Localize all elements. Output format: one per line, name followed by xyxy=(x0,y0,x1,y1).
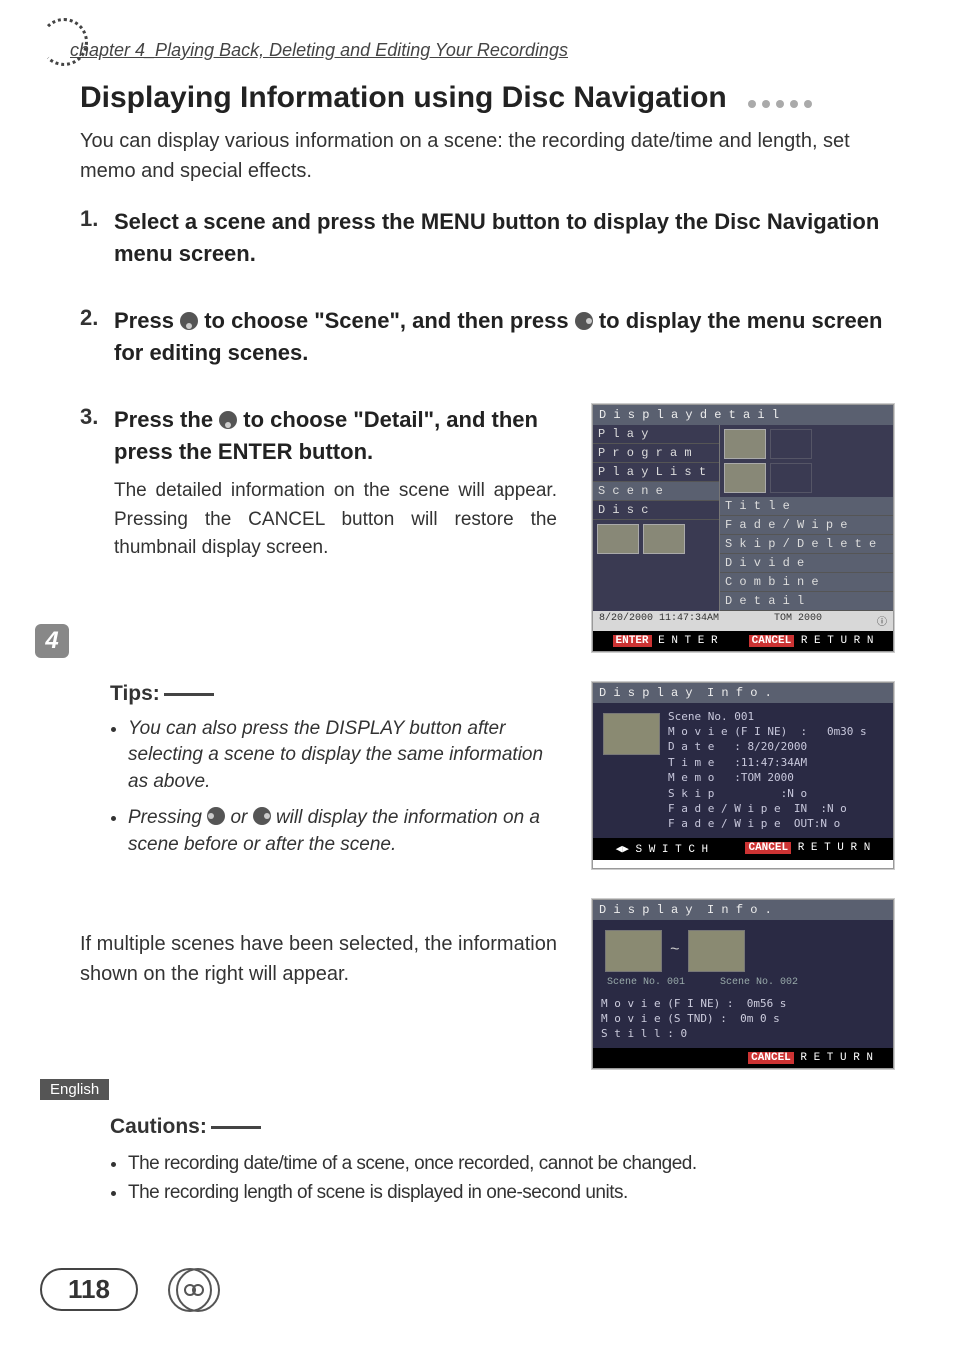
step-3-text-a: Press the xyxy=(114,407,219,432)
info-footer-switch: ◀▶ S W I T C H xyxy=(616,842,708,856)
caution-2: The recording length of scene is display… xyxy=(128,1178,894,1207)
nav-left-playlist: P l a y L i s t xyxy=(593,463,719,482)
step-1-head: Select a scene and press the MENU button… xyxy=(114,206,894,270)
tip-2a: Pressing xyxy=(128,807,207,828)
step-2-text-a: Press xyxy=(114,308,180,333)
nav-status-memo: TOM 2000 xyxy=(774,613,822,629)
nav-left-disc: D i s c xyxy=(593,501,719,520)
nav-left-program: P r o g r a m xyxy=(593,444,719,463)
step-3-sub: The detailed information on the scene wi… xyxy=(114,477,567,563)
info-lines: Scene No. 001 M o v i e (F I NE) : 0m30 … xyxy=(668,709,867,832)
tip-1: You can also press the DISPLAY button af… xyxy=(128,716,562,796)
multi-thumb-b xyxy=(688,930,745,972)
nav-footer-enter: ENTER E N T E R xyxy=(613,635,718,647)
nav-submenu: P l a y P r o g r a m P l a y L i s t S … xyxy=(593,425,893,611)
nav-left-play: P l a y xyxy=(593,425,719,444)
step-3-num: 3. xyxy=(80,404,104,652)
intro-text: You can display various information on a… xyxy=(80,126,894,186)
joystick-left-icon xyxy=(207,807,225,825)
joystick-down-icon xyxy=(180,312,198,330)
tip-2b: or xyxy=(230,807,252,828)
tips-heading: Tips: xyxy=(110,682,562,706)
nav-title: D i s p l a y d e t a i l xyxy=(593,405,893,425)
nav-right-title: T i t l e xyxy=(720,497,893,516)
multi-scene-b: Scene No. 002 xyxy=(720,976,798,990)
language-tag: English xyxy=(40,1079,109,1100)
step-2: 2. Press to choose "Scene", and then pre… xyxy=(80,305,894,369)
step-1: 1. Select a scene and press the MENU but… xyxy=(80,206,894,270)
info-title: D i s p l a y I n f o . xyxy=(593,683,893,703)
joystick-right-icon xyxy=(575,312,593,330)
joystick-down-icon xyxy=(219,411,237,429)
step-1-num: 1. xyxy=(80,206,104,270)
nav-left-scene: S c e n e xyxy=(593,482,719,501)
title-text: Displaying Information using Disc Naviga… xyxy=(80,81,727,114)
step-2-text-b: to choose "Scene", and then press xyxy=(204,308,575,333)
screenshot-nav-menu: D i s p l a y d e t a i l P l a y P r o … xyxy=(592,404,894,652)
nav-right-divide: D i v i d e xyxy=(720,554,893,573)
step-2-num: 2. xyxy=(80,305,104,369)
joystick-right-icon xyxy=(253,807,271,825)
nav-right-skip: S k i p / D e l e t e xyxy=(720,535,893,554)
help-icon: ⓘ xyxy=(877,613,887,629)
step-3: 3. Press the to choose "Detail", and the… xyxy=(80,404,894,652)
screenshot-scene-info: D i s p l a y I n f o . Scene No. 001 M … xyxy=(592,682,894,869)
info-footer-cancel: CANCEL R E T U R N xyxy=(745,842,870,856)
breadcrumb: chapter 4_Playing Back, Deleting and Edi… xyxy=(70,40,894,61)
tip-2: Pressing or will display the information… xyxy=(128,805,562,858)
nav-right-combine: C o m b i n e xyxy=(720,573,893,592)
page-title: Displaying Information using Disc Naviga… xyxy=(80,81,894,116)
page-number: 118 xyxy=(40,1268,138,1311)
chapter-tab: 4 xyxy=(35,624,69,658)
nav-footer-cancel: CANCEL R E T U R N xyxy=(749,635,874,647)
multi-thumb-a xyxy=(605,930,662,972)
multi-note: If multiple scenes have been selected, t… xyxy=(80,929,567,989)
title-dots-icon xyxy=(745,82,815,116)
page-footer: 118 xyxy=(40,1268,894,1312)
decor-circle-icon xyxy=(40,18,88,66)
multi-scene-a: Scene No. 001 xyxy=(607,976,685,990)
multi-tilde: ~ xyxy=(670,940,680,962)
tips-block: Tips: You can also press the DISPLAY but… xyxy=(110,682,894,869)
nav-status-date: 8/20/2000 11:47:34AM xyxy=(599,613,719,629)
multi-title: D i s p l a y I n f o . xyxy=(593,900,893,920)
cautions-block: Cautions: The recording date/time of a s… xyxy=(110,1115,894,1208)
disc-icon xyxy=(168,1268,218,1312)
nav-right-detail: D e t a i l xyxy=(720,592,893,611)
info-thumb xyxy=(603,713,660,755)
multi-footer-cancel: CANCEL R E T U R N xyxy=(748,1052,873,1064)
screenshot-multi-info: D i s p l a y I n f o . ~ Scene No. 001 … xyxy=(592,899,894,1069)
multi-lines: M o v i e (F I NE) : 0m56 s M o v i e (S… xyxy=(601,997,885,1042)
step-2-head: Press to choose "Scene", and then press … xyxy=(114,305,894,369)
step-3-head: Press the to choose "Detail", and then p… xyxy=(114,404,567,468)
nav-right-fade: F a d e / W i p e xyxy=(720,516,893,535)
caution-1: The recording date/time of a scene, once… xyxy=(128,1149,894,1178)
steps-list: 1. Select a scene and press the MENU but… xyxy=(80,206,894,652)
cautions-heading: Cautions: xyxy=(110,1115,894,1139)
